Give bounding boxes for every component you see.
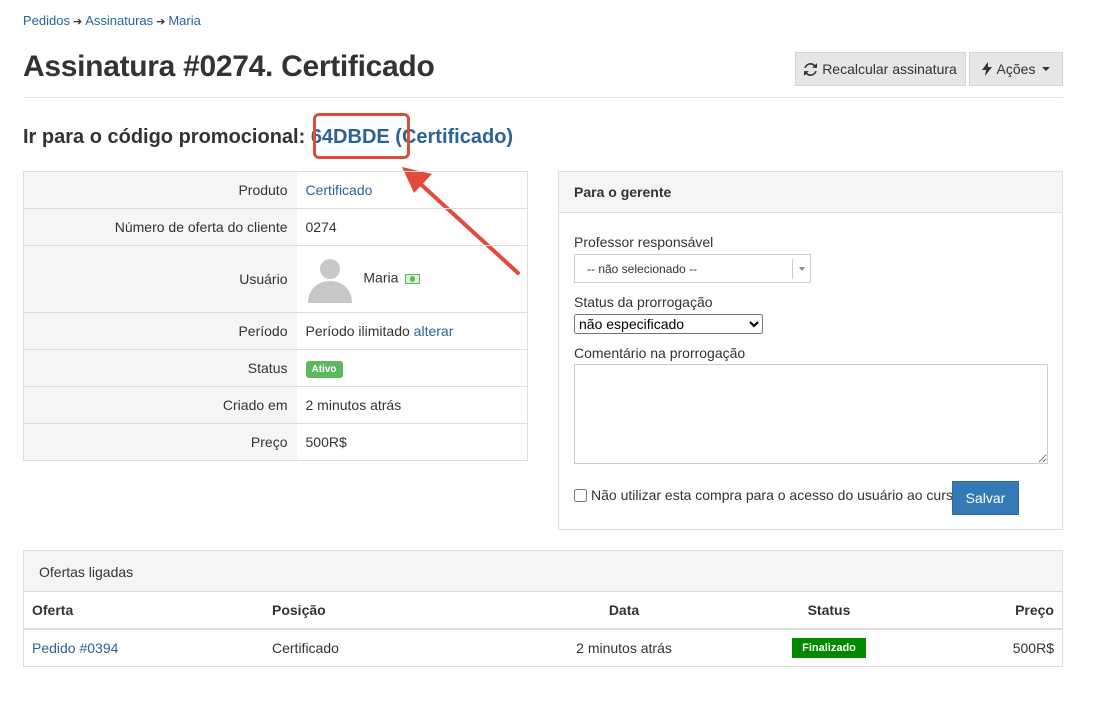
no-access-checkbox-label: Não utilizar esta compra para o acesso d… xyxy=(591,487,961,503)
comentario-label: Comentário na prorrogação xyxy=(574,345,746,361)
criado-value: 2 minutos atrás xyxy=(296,386,528,424)
manager-panel-heading: Para o gerente xyxy=(559,172,1062,213)
col-preco: Preço xyxy=(914,592,1062,630)
linked-offers-panel: Ofertas ligadas Oferta Posição Data Stat… xyxy=(23,550,1063,667)
save-button[interactable]: Salvar xyxy=(952,481,1019,515)
criado-label: Criado em xyxy=(23,386,297,424)
offer-price: 500R$ xyxy=(1012,640,1054,656)
no-access-checkbox-row[interactable]: Não utilizar esta compra para o acesso d… xyxy=(574,487,961,503)
recalc-label: Recalcular assinatura xyxy=(822,61,957,77)
professor-label: Professor responsável xyxy=(574,234,714,250)
arrow-right-icon: ➔ xyxy=(72,16,83,28)
periodo-value: Período ilimitado xyxy=(305,323,410,339)
professor-select-value: -- não selecionado -- xyxy=(587,262,698,276)
actions-label: Ações xyxy=(996,61,1036,77)
numero-label: Número de oferta do cliente xyxy=(23,208,297,246)
promo-heading: Ir para o código promocional: 64DBDE (Ce… xyxy=(23,126,513,149)
breadcrumb-assinaturas[interactable]: Assinaturas xyxy=(85,13,153,28)
caret-down-icon xyxy=(1042,67,1051,71)
numero-value: 0274 xyxy=(296,208,528,246)
prorrogacao-select[interactable]: não especificado xyxy=(574,314,763,334)
status-label: Status xyxy=(23,349,297,387)
col-posicao: Posição xyxy=(264,592,504,630)
periodo-label: Período xyxy=(23,312,297,350)
comentario-textarea[interactable] xyxy=(574,364,1048,464)
breadcrumb-maria[interactable]: Maria xyxy=(168,13,201,28)
usuario-link[interactable]: Maria xyxy=(363,270,398,286)
produto-label: Produto xyxy=(23,171,297,209)
promo-prefix: Ir para o código promocional: xyxy=(23,126,306,148)
money-icon xyxy=(405,274,421,284)
linked-offers-table: Oferta Posição Data Status Preço Pedido … xyxy=(24,592,1062,666)
offer-position: Certificado xyxy=(272,640,339,656)
produto-link[interactable]: Certificado xyxy=(306,182,373,198)
professor-select[interactable]: -- não selecionado -- xyxy=(574,254,811,283)
breadcrumb-pedidos[interactable]: Pedidos xyxy=(23,13,70,28)
col-data: Data xyxy=(504,592,744,630)
col-status: Status xyxy=(744,592,914,630)
header-divider xyxy=(23,97,1063,98)
manager-panel: Para o gerente Professor responsável -- … xyxy=(558,171,1063,530)
dropdown-arrow-icon xyxy=(792,259,810,279)
user-silhouette-icon[interactable] xyxy=(306,255,354,303)
refresh-icon xyxy=(804,62,818,76)
offer-order-link[interactable]: Pedido #0394 xyxy=(32,640,118,656)
linked-offers-heading: Ofertas ligadas xyxy=(24,551,1062,592)
prorrogacao-label: Status da prorrogação xyxy=(574,294,713,310)
page-title: Assinatura #0274. Certificado xyxy=(23,50,435,83)
preco-label: Preço xyxy=(23,423,297,461)
lightning-icon xyxy=(981,62,992,76)
no-access-checkbox[interactable] xyxy=(574,488,587,502)
table-row: Pedido #0394 Certificado 2 minutos atrás… xyxy=(24,629,1062,666)
offer-date: 2 minutos atrás xyxy=(576,640,672,656)
highlight-box xyxy=(313,113,410,159)
subscription-details-table: Produto Certificado Número de oferta do … xyxy=(23,171,528,461)
alterar-link[interactable]: alterar xyxy=(414,323,454,339)
offer-status-badge: Finalizado xyxy=(792,638,866,658)
arrow-right-icon: ➔ xyxy=(156,16,166,28)
breadcrumb: Pedidos ➔ Assinaturas ➔ Maria xyxy=(23,13,201,28)
status-badge: Ativo xyxy=(305,360,343,378)
actions-button[interactable]: Ações xyxy=(969,52,1063,86)
recalc-subscription-button[interactable]: Recalcular assinatura xyxy=(795,52,966,86)
promo-type-link[interactable]: (Certificado) xyxy=(395,126,513,148)
usuario-label: Usuário xyxy=(23,245,297,313)
preco-value: 500R$ xyxy=(296,423,528,461)
col-oferta: Oferta xyxy=(24,592,264,630)
